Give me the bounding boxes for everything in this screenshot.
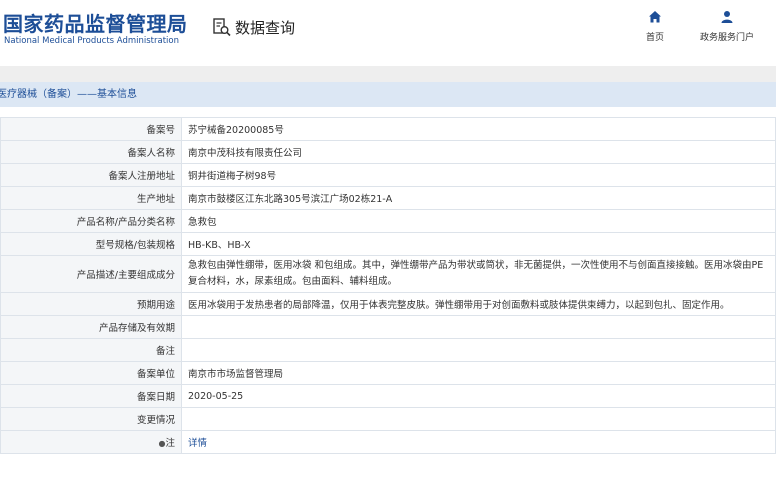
- row-value: 详情: [181, 430, 776, 454]
- table-row: 备案人注册地址 铜井街道梅子树98号: [0, 163, 776, 187]
- site-header: 国家药品监督管理局 National Medical Products Admi…: [0, 0, 776, 66]
- row-value: 急救包由弹性绷带，医用冰袋 和包组成。其中，弹性绷带产品为带状或筒状，非无菌提供…: [181, 255, 776, 293]
- table-row: 备案号 苏宁械备20200085号: [0, 117, 776, 141]
- row-value: [181, 315, 776, 339]
- site-logo-en[interactable]: National Medical Products Administration: [4, 36, 179, 46]
- table-row: 备案日期 2020-05-25: [0, 384, 776, 408]
- row-value: 医用冰袋用于发热患者的局部降温，仅用于体表完整皮肤。弹性绷带用于对创面敷料或肢体…: [181, 292, 776, 316]
- row-value: 2020-05-25: [181, 384, 776, 408]
- breadcrumb-text: 医疗器械（备案）——基本信息: [0, 89, 137, 100]
- nav-service-portal[interactable]: 政务服务门户: [700, 10, 754, 43]
- breadcrumb: 医疗器械（备案）——基本信息: [0, 82, 776, 107]
- row-label-text: 注: [165, 438, 175, 449]
- row-label: 预期用途: [0, 292, 182, 316]
- data-search-icon: [212, 17, 232, 37]
- row-label: 备案单位: [0, 361, 182, 385]
- row-value: 苏宁械备20200085号: [181, 117, 776, 141]
- row-label: 备案日期: [0, 384, 182, 408]
- row-label: 备注: [0, 338, 182, 362]
- row-value: 铜井街道梅子树98号: [181, 163, 776, 187]
- row-value: [181, 338, 776, 362]
- row-value: 急救包: [181, 209, 776, 233]
- row-value: HB-KB、HB-X: [181, 232, 776, 256]
- table-row: 产品存储及有效期: [0, 315, 776, 339]
- row-label: 备案人名称: [0, 140, 182, 164]
- table-row: 备案单位 南京市市场监督管理局: [0, 361, 776, 385]
- details-link[interactable]: 详情: [188, 438, 207, 449]
- table-row: 产品描述/主要组成成分 急救包由弹性绷带，医用冰袋 和包组成。其中，弹性绷带产品…: [0, 255, 776, 293]
- header-divider-band: [0, 66, 776, 82]
- row-value: 南京市鼓楼区江东北路305号滨江广场02栋21-A: [181, 186, 776, 210]
- row-label: 变更情况: [0, 407, 182, 431]
- table-row: 预期用途 医用冰袋用于发热患者的局部降温，仅用于体表完整皮肤。弹性绷带用于对创面…: [0, 292, 776, 316]
- nav-service-portal-label: 政务服务门户: [700, 33, 755, 43]
- table-row: 生产地址 南京市鼓楼区江东北路305号滨江广场02栋21-A: [0, 186, 776, 210]
- row-label-note: ●注: [0, 430, 182, 454]
- row-label: 型号规格/包装规格: [0, 232, 182, 256]
- record-info-table: 备案号 苏宁械备20200085号 备案人名称 南京中茂科技有限责任公司 备案人…: [0, 117, 776, 454]
- row-label: 生产地址: [0, 186, 182, 210]
- row-label: 产品描述/主要组成成分: [0, 255, 182, 293]
- row-label: 产品名称/产品分类名称: [0, 209, 182, 233]
- table-row: ●注 详情: [0, 430, 776, 454]
- row-value: 南京市市场监督管理局: [181, 361, 776, 385]
- row-label: 产品存储及有效期: [0, 315, 182, 339]
- row-label: 备案号: [0, 117, 182, 141]
- site-logo-cn[interactable]: 国家药品监督管理局: [3, 8, 188, 37]
- user-icon: [721, 11, 733, 23]
- table-row: 变更情况: [0, 407, 776, 431]
- nav-home[interactable]: 首页: [646, 10, 664, 43]
- page-title-text: 数据查询: [235, 18, 296, 37]
- table-row: 产品名称/产品分类名称 急救包: [0, 209, 776, 233]
- nav-home-label: 首页: [646, 33, 665, 43]
- page-title: 数据查询: [212, 15, 295, 39]
- row-label: 备案人注册地址: [0, 163, 182, 187]
- row-value: 南京中茂科技有限责任公司: [181, 140, 776, 164]
- table-row: 备注: [0, 338, 776, 362]
- home-icon: [649, 11, 661, 23]
- table-row: 备案人名称 南京中茂科技有限责任公司: [0, 140, 776, 164]
- row-value: [181, 407, 776, 431]
- table-row: 型号规格/包装规格 HB-KB、HB-X: [0, 232, 776, 256]
